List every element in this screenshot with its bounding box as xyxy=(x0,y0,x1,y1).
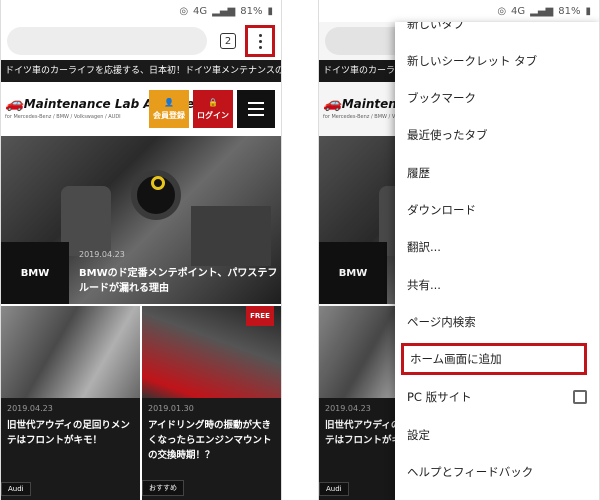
site-header: 🚗Maintenance Lab Archive for Mercedes-Be… xyxy=(1,82,281,136)
menu-item-new-tab[interactable]: 新しいタブ xyxy=(407,22,465,32)
article-card[interactable]: FREE 2019.01.30 アイドリング時の振動が大きくなったらエンジンマウ… xyxy=(142,306,281,500)
login-button[interactable]: 🔒 ログイン xyxy=(193,90,233,128)
article-thumbnail xyxy=(1,306,140,398)
article-cards: 2019.04.23 旧世代アウディの足回りメンテはフロントがキモ！ Audi … xyxy=(1,306,281,500)
menu-item-incognito[interactable]: 新しいシークレット タブ xyxy=(395,42,599,80)
free-badge: FREE xyxy=(246,306,274,326)
menu-item-help-feedback[interactable]: ヘルプとフィードバック xyxy=(395,453,599,491)
engine-block-image xyxy=(191,206,271,266)
article-tag: Audi xyxy=(1,482,31,496)
article-date: 2019.04.23 xyxy=(7,404,53,413)
signal-icon: ▂▄▆ xyxy=(530,5,554,17)
menu-item-settings[interactable]: 設定 xyxy=(395,416,599,454)
menu-item-desktop-site[interactable]: PC 版サイト xyxy=(395,378,599,416)
article-card[interactable]: 2019.04.23 旧世代アウディの足回りメンテはフロントがキモ！ Audi xyxy=(1,306,140,500)
hero-article[interactable]: BMW 2019.04.23 BMWのド定番メンテポイント、パワステフルードが漏… xyxy=(1,136,281,304)
hamburger-line-icon xyxy=(248,108,264,110)
hero-title: BMWのド定番メンテポイント、パワステフルードが漏れる理由 xyxy=(79,268,278,294)
browser-overflow-menu: 新しいタブ 新しいシークレット タブ ブックマーク 最近使ったタブ 履歴 ダウン… xyxy=(395,22,599,500)
hamburger-menu-button[interactable] xyxy=(237,90,275,128)
site-logo[interactable]: 🚗Maintenance Lab Archive for Mercedes-Be… xyxy=(5,94,195,120)
menu-item-recent-tabs[interactable]: 最近使ったタブ xyxy=(395,116,599,154)
battery-icon: ▮ xyxy=(585,5,591,17)
menu-item-bookmarks[interactable]: ブックマーク xyxy=(395,79,599,117)
reservoir-ring-image xyxy=(151,176,165,190)
menu-item-downloads[interactable]: ダウンロード xyxy=(395,191,599,229)
menu-item-history[interactable]: 履歴 xyxy=(395,154,599,192)
right-phone-screen: ◎ 4G ▂▄▆ 81% ▮ ドイツ車のカーライフを応援する、日本初！ドイツ車メ… xyxy=(318,0,600,500)
article-date: 2019.01.30 xyxy=(148,404,194,413)
browser-toolbar: 2 xyxy=(1,22,281,60)
site-banner: ドイツ車のカーライフを応援する、日本初！ドイツ車メンテナンスの情報サイ xyxy=(1,60,281,82)
login-label: ログイン xyxy=(197,110,229,120)
article-tag: おすすめ xyxy=(142,480,184,496)
hero-category: BMW xyxy=(1,242,69,304)
hero-date: 2019.04.23 xyxy=(79,250,125,259)
hotspot-icon: ◎ xyxy=(179,5,189,17)
battery-label: 81% xyxy=(558,5,581,17)
network-label: 4G xyxy=(511,5,526,17)
member-register-label: 会員登録 xyxy=(153,110,185,120)
hamburger-line-icon xyxy=(248,102,264,104)
lock-icon: 🔒 xyxy=(208,97,218,107)
member-register-button[interactable]: 👤 会員登録 xyxy=(149,90,189,128)
article-title: アイドリング時の振動が大きくなったらエンジンマウントの交換時期！？ xyxy=(148,420,272,461)
more-dot-icon xyxy=(258,33,262,37)
more-menu-button[interactable] xyxy=(245,25,275,57)
menu-item-add-to-home[interactable]: ホーム画面に追加 xyxy=(401,343,587,375)
car-logo-icon: 🚗 xyxy=(5,94,24,112)
user-icon: 👤 xyxy=(164,97,174,107)
logo-sub-text: for Mercedes-Benz / BMW / Volkswagen / A… xyxy=(5,114,121,120)
desktop-site-label: PC 版サイト xyxy=(407,390,472,404)
left-phone-screen: ◎ 4G ▂▄▆ 81% ▮ 2 ドイツ車のカーライフを応援する、日本初！ドイツ… xyxy=(0,0,282,500)
desktop-site-checkbox[interactable] xyxy=(573,390,587,404)
logo-main-text: 🚗Maintenance Lab Archive xyxy=(5,94,195,112)
status-bar: ◎ 4G ▂▄▆ 81% ▮ xyxy=(319,0,599,22)
more-dot-icon xyxy=(258,39,262,43)
hamburger-line-icon xyxy=(248,114,264,116)
menu-item-find-in-page[interactable]: ページ内検索 xyxy=(395,303,599,341)
hotspot-icon: ◎ xyxy=(497,5,507,17)
address-bar[interactable] xyxy=(7,27,207,55)
network-label: 4G xyxy=(193,5,208,17)
menu-item-translate[interactable]: 翻訳... xyxy=(395,228,599,266)
signal-icon: ▂▄▆ xyxy=(212,5,236,17)
more-dot-icon xyxy=(258,45,262,49)
article-title: 旧世代アウディの足回りメンテはフロントがキモ！ xyxy=(7,420,130,446)
battery-icon: ▮ xyxy=(267,5,273,17)
battery-label: 81% xyxy=(240,5,263,17)
tab-switcher-button[interactable]: 2 xyxy=(220,33,236,49)
menu-item-share[interactable]: 共有... xyxy=(395,266,599,304)
status-bar: ◎ 4G ▂▄▆ 81% ▮ xyxy=(1,0,281,22)
